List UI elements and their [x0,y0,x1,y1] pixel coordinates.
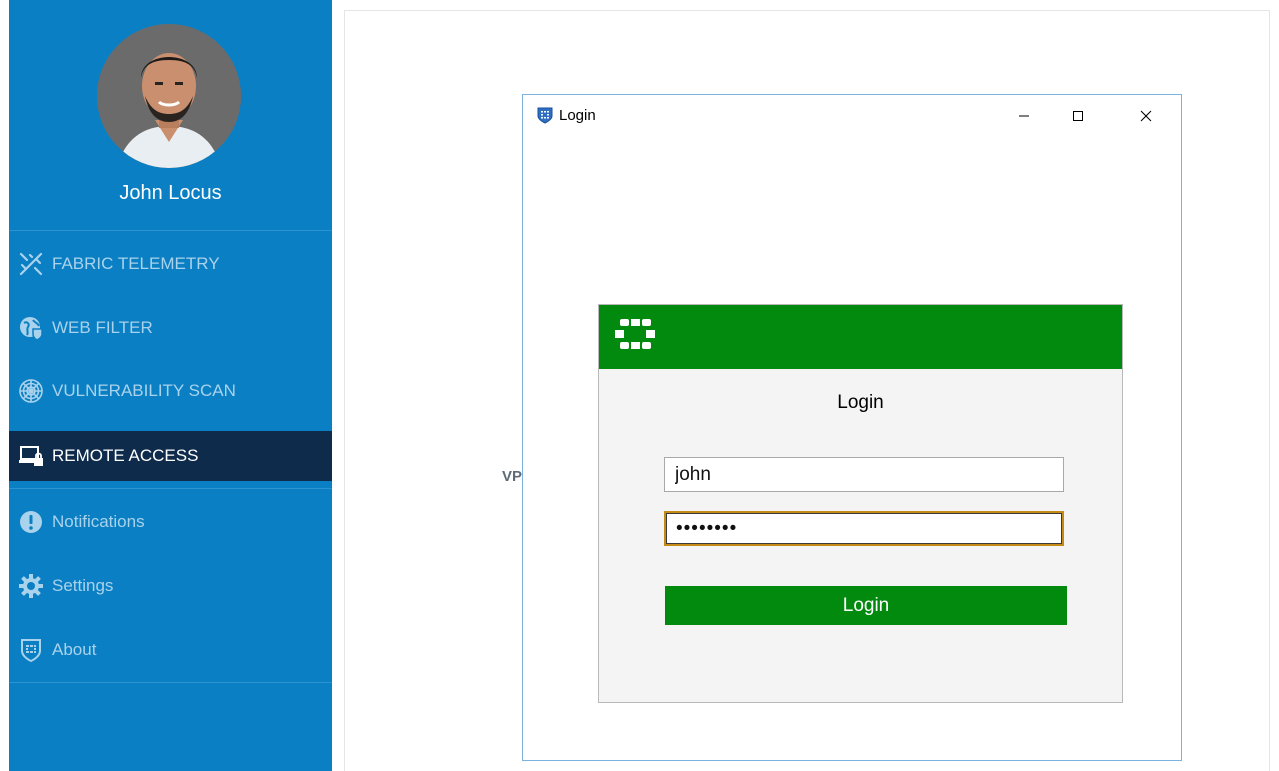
username-field[interactable] [664,457,1064,492]
sidebar-item-label: FABRIC TELEMETRY [52,254,220,273]
sidebar-item-fabric-telemetry[interactable]: FABRIC TELEMETRY [9,239,332,289]
globe-shield-icon [18,315,44,341]
app-shield-icon [536,106,554,124]
dialog-heading: Login [837,392,884,413]
password-field[interactable] [664,511,1064,546]
profile-section: John Locus [9,0,332,230]
close-button[interactable] [1123,95,1169,137]
sidebar-item-remote-access[interactable]: REMOTE ACCESS [9,431,332,481]
window-titlebar[interactable]: Login [523,95,1181,137]
sidebar-item-label: About [52,640,97,659]
sidebar-item-label: REMOTE ACCESS [52,446,199,465]
sidebar-divider-bottom [9,682,332,683]
sidebar-item-settings[interactable]: Settings [9,561,332,611]
vpn-label-partial: VP [502,468,523,485]
login-button[interactable]: Login [665,586,1067,625]
sidebar-item-label: VULNERABILITY SCAN [52,381,236,400]
radar-icon [18,378,44,404]
fortinet-logo-icon [614,318,656,359]
laptop-lock-icon [18,443,44,469]
gear-icon [18,573,44,599]
app-root: John Locus FABRIC TELEMETRY WEB FILTER V… [0,0,1279,771]
maximize-button[interactable] [1055,95,1101,137]
fabric-telemetry-icon [18,251,44,277]
sidebar-divider-top [9,230,332,231]
sidebar-item-vulnerability-scan[interactable]: VULNERABILITY SCAN [9,366,332,416]
sidebar-item-label: Settings [52,576,114,595]
sidebar-item-label: WEB FILTER [52,318,153,337]
avatar [97,24,241,168]
dialog-header [599,305,1122,369]
exclamation-icon [18,509,44,535]
window-title: Login [559,107,596,124]
sidebar: John Locus FABRIC TELEMETRY WEB FILTER V… [9,0,332,771]
maximize-icon [1073,111,1083,121]
user-name: John Locus [119,182,222,204]
shield-logo-icon [18,637,44,663]
minimize-icon [1019,115,1029,117]
sidebar-item-notifications[interactable]: Notifications [9,497,332,547]
minimize-button[interactable] [1001,95,1047,137]
sidebar-item-label: Notifications [52,512,145,531]
close-icon [1140,110,1152,122]
sidebar-item-web-filter[interactable]: WEB FILTER [9,303,332,353]
sidebar-item-about[interactable]: About [9,625,332,675]
login-window: Login Login john •••••••• Login [522,94,1182,761]
login-dialog: Login Login [598,304,1123,703]
sidebar-divider-middle [9,488,332,489]
